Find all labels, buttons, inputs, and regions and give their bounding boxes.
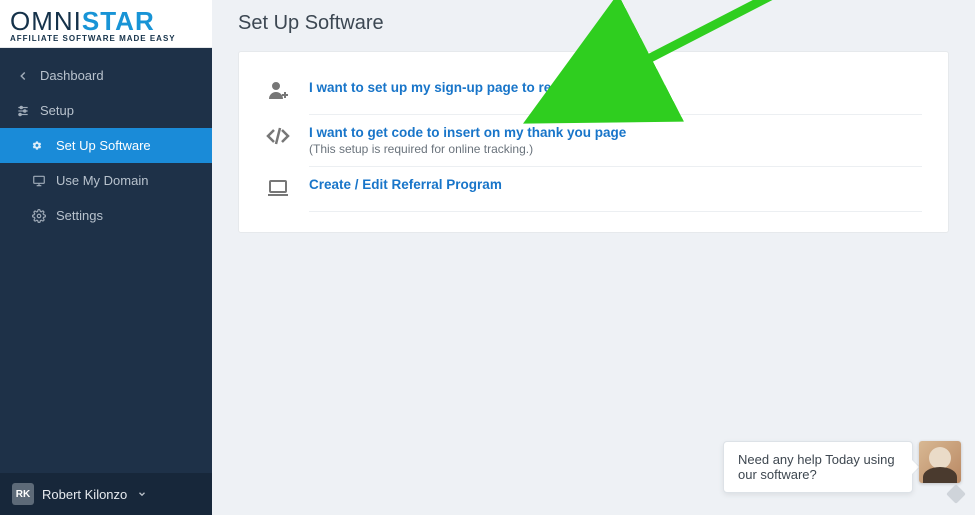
option-get-code[interactable]: I want to get code to insert on my thank…: [265, 115, 922, 166]
chevron-down-icon: [137, 487, 147, 502]
divider: [309, 211, 922, 212]
sidebar: OMNISTAR AFFILIATE SOFTWARE MADE EASY Da…: [0, 0, 212, 515]
page-title: Set Up Software: [238, 12, 949, 35]
chat-bubble: Need any help Today using our software?: [723, 441, 913, 493]
brand-name-accent: STAR: [82, 6, 155, 37]
sidebar-item-setup-software[interactable]: Set Up Software: [0, 128, 212, 163]
user-plus-icon: [265, 78, 291, 104]
gear-icon: [32, 209, 46, 223]
sidebar-item-use-my-domain[interactable]: Use My Domain: [0, 163, 212, 198]
sidebar-item-label: Settings: [56, 208, 103, 223]
option-note: (This setup is required for online track…: [309, 142, 626, 156]
monitor-icon: [32, 174, 46, 188]
sidebar-item-label: Set Up Software: [56, 138, 151, 153]
chat-avatar[interactable]: [919, 441, 961, 483]
chat-message: Need any help Today using our software?: [738, 452, 895, 482]
sidebar-nav: Dashboard Setup Set Up Software Use My D…: [0, 48, 212, 473]
option-link: Create / Edit Referral Program: [309, 177, 502, 192]
option-link: I want to get code to insert on my thank…: [309, 125, 626, 140]
laptop-icon: [265, 175, 291, 201]
sliders-icon: [16, 104, 30, 118]
option-link: I want to set up my sign-up page to regi…: [309, 80, 658, 95]
avatar: RK: [12, 483, 34, 505]
brand-logo: OMNISTAR AFFILIATE SOFTWARE MADE EASY: [0, 0, 212, 48]
brand-tagline: AFFILIATE SOFTWARE MADE EASY: [10, 34, 202, 43]
sidebar-item-dashboard[interactable]: Dashboard: [0, 58, 212, 93]
code-icon: [265, 123, 291, 149]
user-name: Robert Kilonzo: [42, 487, 127, 502]
option-signup-page[interactable]: I want to set up my sign-up page to regi…: [265, 70, 922, 114]
sidebar-item-label: Dashboard: [40, 68, 104, 83]
setup-options-card: I want to set up my sign-up page to regi…: [238, 51, 949, 233]
option-referral-program[interactable]: Create / Edit Referral Program: [265, 167, 922, 211]
gears-icon: [32, 139, 46, 153]
main-content: Set Up Software I want to set up my sign…: [212, 0, 975, 515]
sidebar-item-label: Use My Domain: [56, 173, 148, 188]
chat-widget[interactable]: Need any help Today using our software?: [723, 441, 961, 493]
sidebar-item-setup[interactable]: Setup: [0, 93, 212, 128]
user-menu[interactable]: RK Robert Kilonzo: [0, 473, 212, 515]
sidebar-item-settings[interactable]: Settings: [0, 198, 212, 233]
chevron-left-icon: [16, 69, 30, 83]
brand-name-plain: OMNI: [10, 6, 82, 37]
sidebar-item-label: Setup: [40, 103, 74, 118]
